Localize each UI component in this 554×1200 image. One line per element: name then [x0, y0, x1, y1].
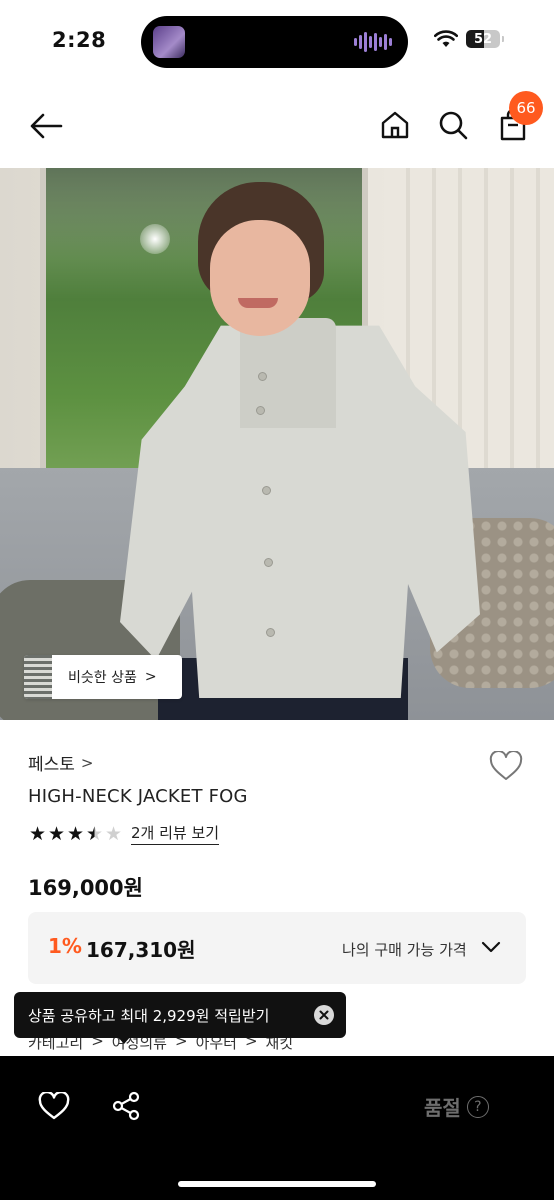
cart-count-badge: 66 — [509, 91, 543, 125]
bottom-action-bar: 품절 ? — [0, 1056, 554, 1200]
home-icon — [381, 111, 409, 139]
share-button[interactable] — [106, 1086, 146, 1126]
close-icon — [319, 1010, 329, 1020]
search-icon — [439, 111, 468, 140]
back-button[interactable] — [26, 108, 66, 144]
similar-products-button[interactable]: 비슷한 상품 > — [24, 655, 182, 699]
chevron-down-icon — [480, 936, 502, 958]
rating-row: ★ ★ ★ ★ ★ 2개 리뷰 보기 — [28, 822, 220, 845]
similar-products-label: 비슷한 상품 — [68, 670, 137, 686]
my-price-label: 나의 구매 가능 가격 — [342, 941, 467, 959]
share-icon — [112, 1091, 140, 1121]
toast-text: 상품 공유하고 최대 2,929원 적립받기 — [28, 1006, 270, 1025]
share-reward-toast[interactable]: 상품 공유하고 최대 2,929원 적립받기 — [14, 992, 346, 1038]
back-arrow-icon — [30, 113, 63, 139]
heart-icon — [38, 1092, 70, 1120]
status-icons: 52 — [434, 30, 504, 48]
discount-price: 167,310원 — [86, 938, 196, 962]
product-title: HIGH-NECK JACKET FOG — [28, 786, 248, 807]
wifi-icon — [434, 30, 458, 47]
rating-stars: ★ ★ ★ ★ ★ — [28, 824, 123, 844]
toast-close-button[interactable] — [314, 1005, 334, 1025]
brand-name: 페스토 — [28, 755, 75, 775]
home-button[interactable] — [376, 106, 414, 144]
soldout-status: 품절 ? — [424, 1092, 489, 1121]
product-price: 169,000원 — [28, 876, 143, 900]
star-empty-icon: ★ — [104, 822, 123, 845]
chevron-right-icon: > — [80, 753, 94, 772]
discount-rate: 1% — [48, 934, 82, 958]
home-indicator — [178, 1181, 376, 1187]
nav-bar — [0, 84, 554, 168]
star-full-icon: ★ — [66, 822, 85, 845]
help-icon[interactable]: ? — [466, 1095, 489, 1118]
star-half-icon: ★ — [85, 822, 104, 845]
brand-link[interactable]: 페스토 > — [28, 750, 94, 776]
wishlist-button[interactable] — [487, 748, 525, 784]
review-link[interactable]: 2개 리뷰 보기 — [131, 822, 220, 845]
status-bar: 2:28 52 — [0, 0, 554, 84]
now-playing-icon — [153, 26, 185, 58]
my-price-box[interactable]: 1% 167,310원 나의 구매 가능 가격 — [28, 912, 526, 984]
product-image[interactable] — [0, 168, 554, 720]
heart-icon — [489, 751, 523, 780]
soldout-label: 품절 — [424, 1096, 461, 1120]
dynamic-island[interactable] — [141, 16, 408, 68]
bottom-wishlist-button[interactable] — [34, 1086, 74, 1126]
waveform-icon — [354, 31, 392, 53]
star-full-icon: ★ — [47, 822, 66, 845]
battery-level: 52 — [473, 31, 493, 47]
similar-product-thumbnail — [24, 655, 52, 699]
toast-pointer — [117, 1036, 131, 1044]
chevron-right-icon: > — [144, 669, 157, 685]
battery-icon: 52 — [466, 30, 500, 48]
status-time: 2:28 — [52, 28, 107, 52]
star-full-icon: ★ — [28, 822, 47, 845]
search-button[interactable] — [434, 106, 472, 144]
